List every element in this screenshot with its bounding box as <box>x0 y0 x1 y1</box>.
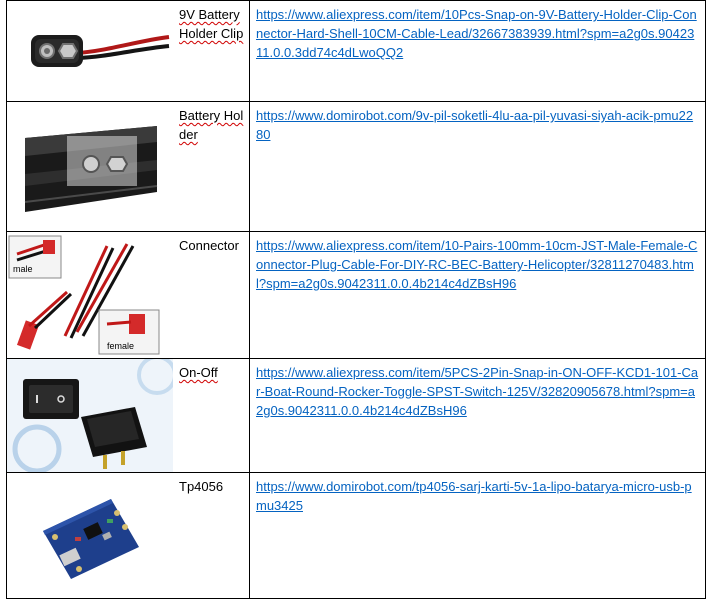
product-link[interactable]: https://www.aliexpress.com/item/10Pcs-Sn… <box>256 7 697 60</box>
part-name-cell: Tp4056 <box>172 472 250 599</box>
part-name-cell: Connector <box>172 231 250 359</box>
part-name: Connector <box>179 238 239 253</box>
image-cell: male female <box>6 231 173 359</box>
image-cell <box>6 101 173 232</box>
part-name-cell: Battery Holder <box>172 101 250 232</box>
link-cell: https://www.aliexpress.com/item/5PCS-2Pi… <box>249 358 706 473</box>
rocker-switch-image <box>7 359 173 472</box>
link-cell: https://www.aliexpress.com/item/10Pcs-Sn… <box>249 0 706 102</box>
part-name-cell: 9V Battery Holder Clip <box>172 0 250 102</box>
link-cell: https://www.aliexpress.com/item/10-Pairs… <box>249 231 706 359</box>
female-label: female <box>107 341 134 351</box>
table-row: male female Connector https://www.aliexp… <box>6 231 706 359</box>
product-link[interactable]: https://www.aliexpress.com/item/10-Pairs… <box>256 238 697 291</box>
product-link[interactable]: https://www.aliexpress.com/item/5PCS-2Pi… <box>256 365 698 418</box>
jst-connector-image: male female <box>7 232 173 358</box>
part-name-cell: On-Off <box>172 358 250 473</box>
parts-table: 9V Battery Holder Clip https://www.aliex… <box>6 0 706 599</box>
part-name: On-Off <box>179 365 218 380</box>
product-link[interactable]: https://www.domirobot.com/tp4056-sarj-ka… <box>256 479 692 513</box>
product-link[interactable]: https://www.domirobot.com/9v-pil-soketli… <box>256 108 693 142</box>
battery-holder-image <box>7 102 173 231</box>
male-label: male <box>13 264 33 274</box>
table-row: Tp4056 https://www.domirobot.com/tp4056-… <box>6 472 706 599</box>
9v-battery-clip-image <box>7 1 173 101</box>
link-cell: https://www.domirobot.com/tp4056-sarj-ka… <box>249 472 706 599</box>
image-cell <box>6 0 173 102</box>
image-cell <box>6 472 173 599</box>
link-cell: https://www.domirobot.com/9v-pil-soketli… <box>249 101 706 232</box>
tp4056-module-image <box>7 473 173 598</box>
table-row: Battery Holder https://www.domirobot.com… <box>6 101 706 232</box>
part-name: 9V Battery Holder Clip <box>179 7 244 41</box>
image-cell <box>6 358 173 473</box>
table-row: On-Off https://www.aliexpress.com/item/5… <box>6 358 706 473</box>
part-name: Battery Holder <box>179 108 244 142</box>
table-row: 9V Battery Holder Clip https://www.aliex… <box>6 0 706 102</box>
part-name: Tp4056 <box>179 479 224 494</box>
